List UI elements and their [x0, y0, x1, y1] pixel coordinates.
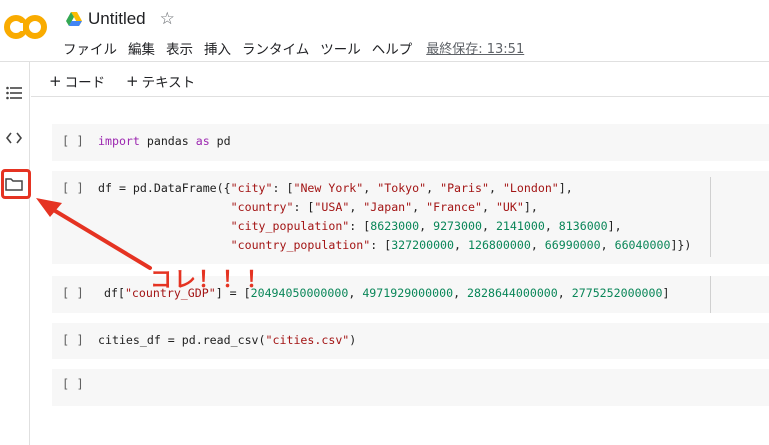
- code-snippets-button[interactable]: [3, 127, 25, 149]
- plus-icon: +: [126, 72, 139, 90]
- cell-code[interactable]: import pandas as pd: [98, 132, 231, 151]
- highlight-box: [1, 169, 31, 199]
- menu-insert[interactable]: 挿入: [204, 38, 231, 58]
- run-cell-button[interactable]: [ ]: [62, 181, 84, 195]
- add-code-button[interactable]: + コード: [49, 71, 105, 91]
- title-row: Untitled ☆: [66, 8, 175, 30]
- run-cell-button[interactable]: [ ]: [62, 134, 84, 148]
- menu-bar: ファイル 編集 表示 挿入 ランタイム ツール ヘルプ 最終保存: 13:51: [63, 38, 535, 58]
- menu-file[interactable]: ファイル: [63, 38, 117, 58]
- run-cell-button[interactable]: [ ]: [62, 286, 84, 300]
- menu-help[interactable]: ヘルプ: [372, 38, 413, 58]
- cell-toolbar: + コード + テキスト: [31, 63, 769, 97]
- run-cell-button[interactable]: [ ]: [62, 333, 84, 347]
- side-rail: [0, 62, 30, 445]
- notebook-title[interactable]: Untitled: [88, 9, 146, 29]
- toc-button[interactable]: [3, 82, 25, 104]
- add-text-label: テキスト: [141, 75, 196, 91]
- menu-tools[interactable]: ツール: [320, 38, 361, 58]
- add-code-label: コード: [64, 75, 106, 91]
- line-length-ruler: [710, 276, 711, 313]
- code-icon: [6, 132, 22, 144]
- code-cell[interactable]: [ ] cities_df = pd.read_csv("cities.csv"…: [52, 323, 769, 359]
- last-saved-status[interactable]: 最終保存: 13:51: [426, 38, 524, 58]
- cell-code[interactable]: df = pd.DataFrame({"city": ["New York", …: [98, 179, 691, 255]
- run-cell-button[interactable]: [ ]: [62, 377, 84, 391]
- menu-view[interactable]: 表示: [166, 38, 193, 58]
- annotation-label: コレ！！！: [150, 268, 271, 293]
- cell-code[interactable]: cities_df = pd.read_csv("cities.csv"): [98, 331, 356, 350]
- colab-logo[interactable]: [4, 12, 48, 42]
- menu-runtime[interactable]: ランタイム: [242, 38, 309, 58]
- plus-icon: +: [49, 72, 62, 90]
- code-cell[interactable]: [ ]: [52, 369, 769, 406]
- drive-icon: [66, 12, 82, 26]
- add-text-button[interactable]: + テキスト: [126, 71, 195, 91]
- code-cell[interactable]: [ ] df = pd.DataFrame({"city": ["New Yor…: [52, 171, 769, 264]
- star-icon[interactable]: ☆: [160, 9, 175, 29]
- app-header: Untitled ☆ ファイル 編集 表示 挿入 ランタイム ツール ヘルプ 最…: [0, 0, 769, 62]
- line-length-ruler: [710, 177, 711, 257]
- list-icon: [6, 86, 22, 100]
- menu-edit[interactable]: 編集: [128, 38, 155, 58]
- code-cell[interactable]: [ ] import pandas as pd: [52, 124, 769, 161]
